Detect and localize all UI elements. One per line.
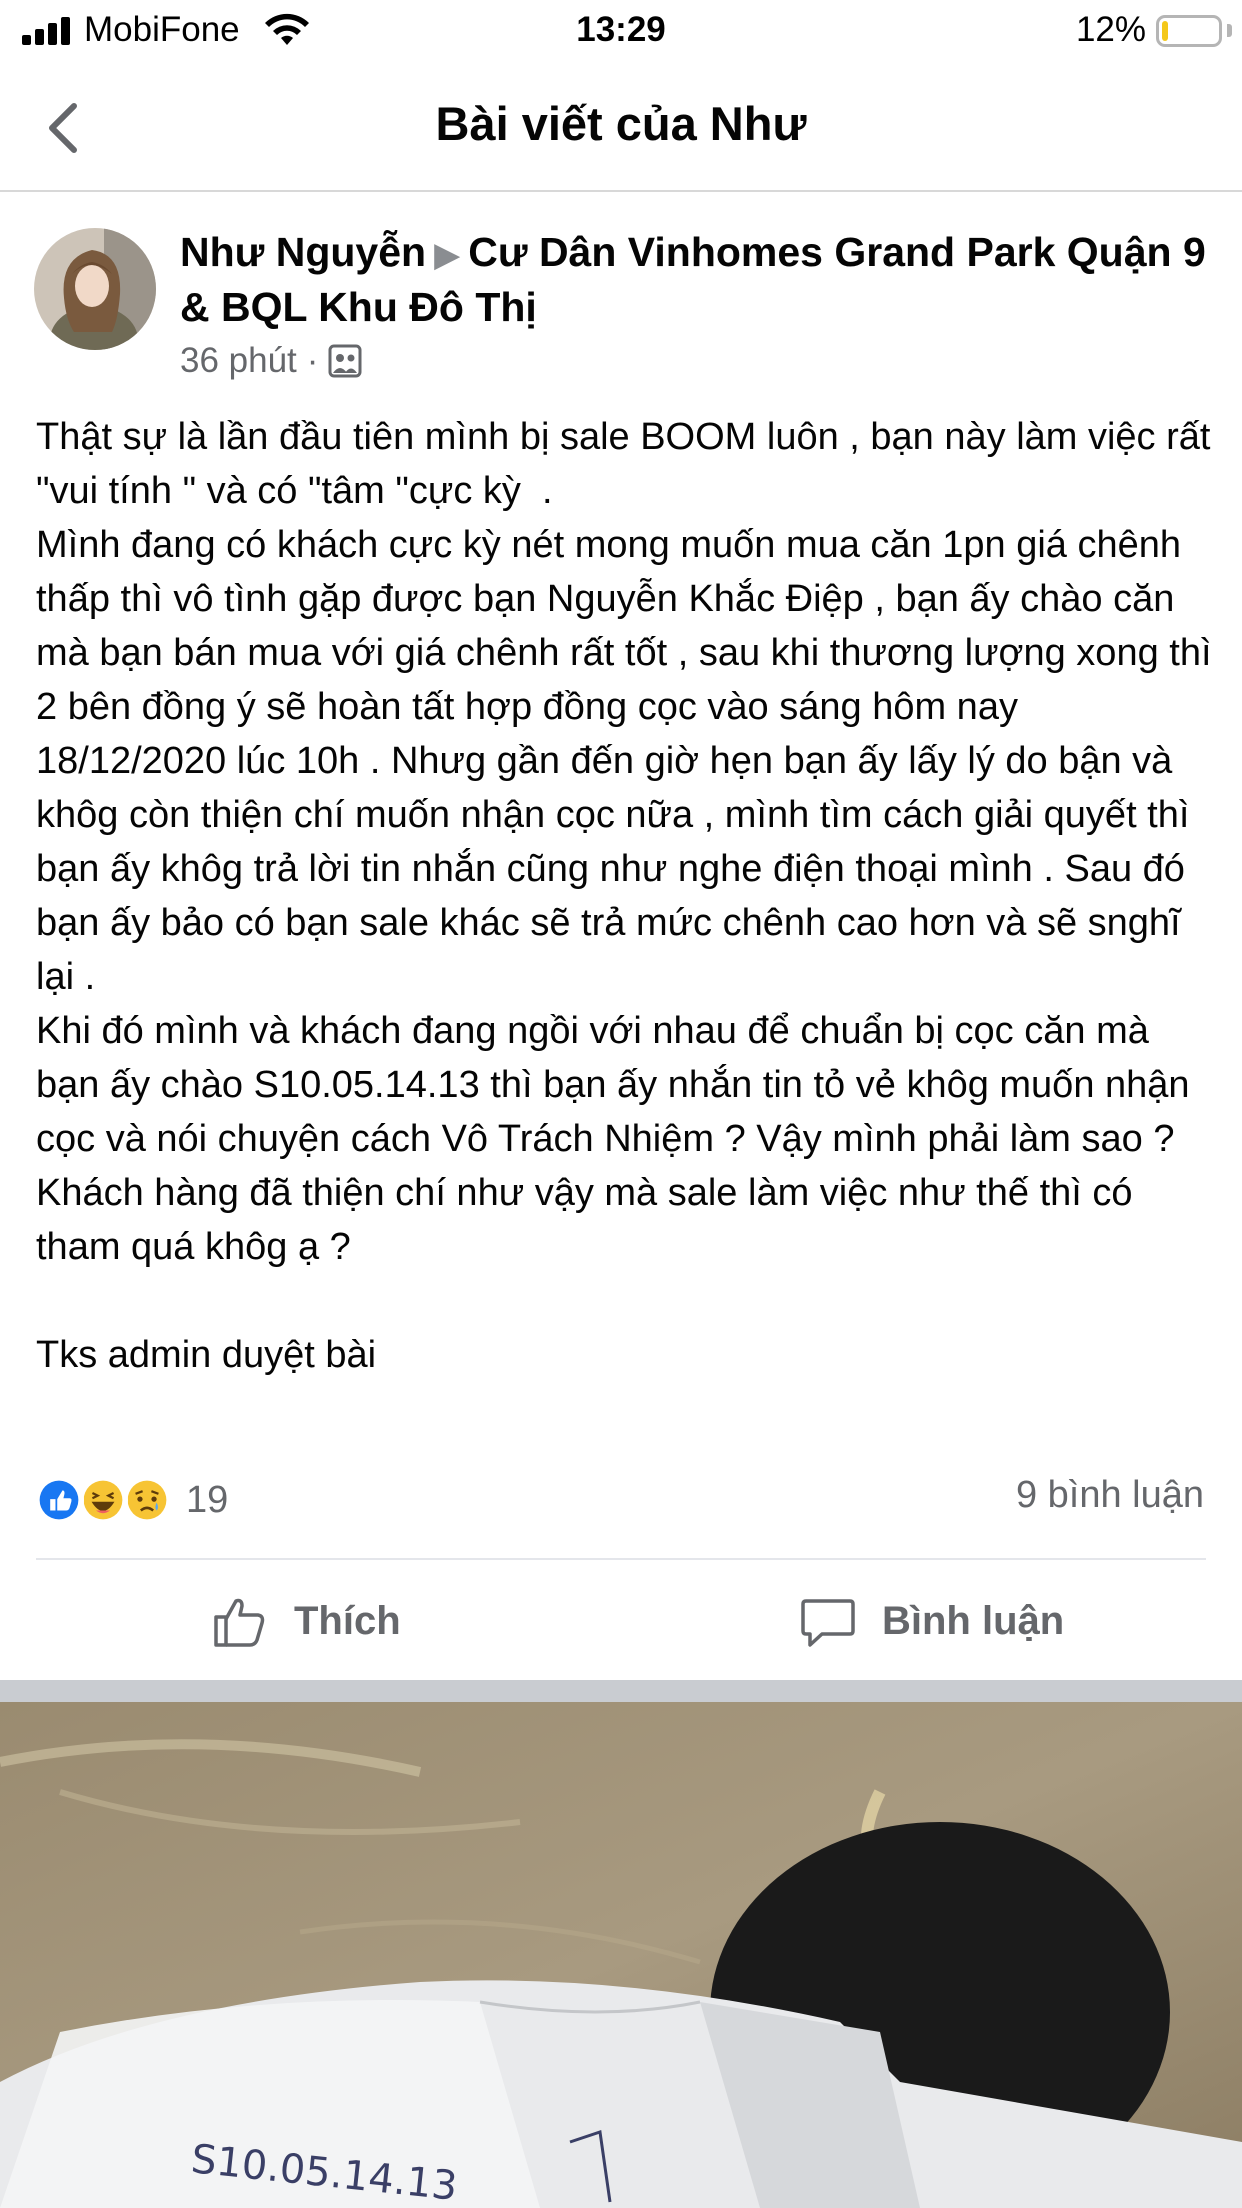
post-author-line: Như Nguyễn ▶ Cư Dân Vinhomes Grand Park Qu… [180, 226, 1210, 333]
post-paragraph: Mình đang có khách cực kỳ nét mong muốn … [36, 524, 1223, 998]
author-name[interactable]: Như Nguyễn [180, 229, 426, 275]
post-paragraph [36, 1274, 1216, 1328]
like-icon [34, 1475, 84, 1525]
battery-percent: 12% [1075, 10, 1146, 49]
thumbs-up-icon [214, 1598, 265, 1647]
post-paragraph: Khi đó mình và khách đang ngồi với nhau … [36, 1010, 1201, 1268]
battery-cap [1227, 24, 1232, 37]
post-paragraph: Thật sự là lần đầu tiên mình bị sale BOO… [36, 416, 1222, 512]
meta-separator: · [306, 341, 319, 380]
comment-bubble-icon [801, 1599, 855, 1647]
like-button[interactable]: Thích [212, 1586, 401, 1656]
post-photo[interactable]: S10.05.14.13 [0, 1702, 1242, 2208]
avatar[interactable] [34, 228, 156, 350]
section-separator [0, 1680, 1242, 1702]
haha-icon [78, 1475, 128, 1525]
comment-button[interactable]: Bình luận [800, 1586, 1064, 1656]
reactions-summary[interactable]: 19 [34, 1472, 228, 1528]
divider [36, 1558, 1206, 1560]
post-text: Thật sự là lần đầu tiên mình bị sale BOO… [36, 410, 1216, 1382]
battery-icon [1156, 15, 1222, 47]
shared-to-arrow-icon: ▶ [434, 236, 461, 274]
like-label: Thích [294, 1598, 401, 1643]
post-paragraph: Tks admin duyệt bài [36, 1334, 377, 1376]
battery-level [1162, 21, 1168, 41]
navigation-header: Bài viết của Như [0, 62, 1242, 192]
sad-icon [122, 1475, 172, 1525]
comment-label: Bình luận [882, 1598, 1065, 1643]
reaction-count: 19 [186, 1478, 229, 1521]
group-audience-icon [328, 344, 362, 378]
post-meta: 36 phút · [180, 336, 362, 386]
page-title: Bài viết của Như [435, 97, 807, 150]
post-time[interactable]: 36 phút [180, 341, 297, 381]
comment-count-link[interactable]: 9 bình luận [1016, 1474, 1204, 1517]
clock: 13:29 [576, 10, 666, 49]
status-bar: MobiFone 13:29 12% [0, 0, 1242, 62]
post-screen: MobiFone 13:29 12% Bài viết của Như Như … [0, 0, 1242, 2208]
